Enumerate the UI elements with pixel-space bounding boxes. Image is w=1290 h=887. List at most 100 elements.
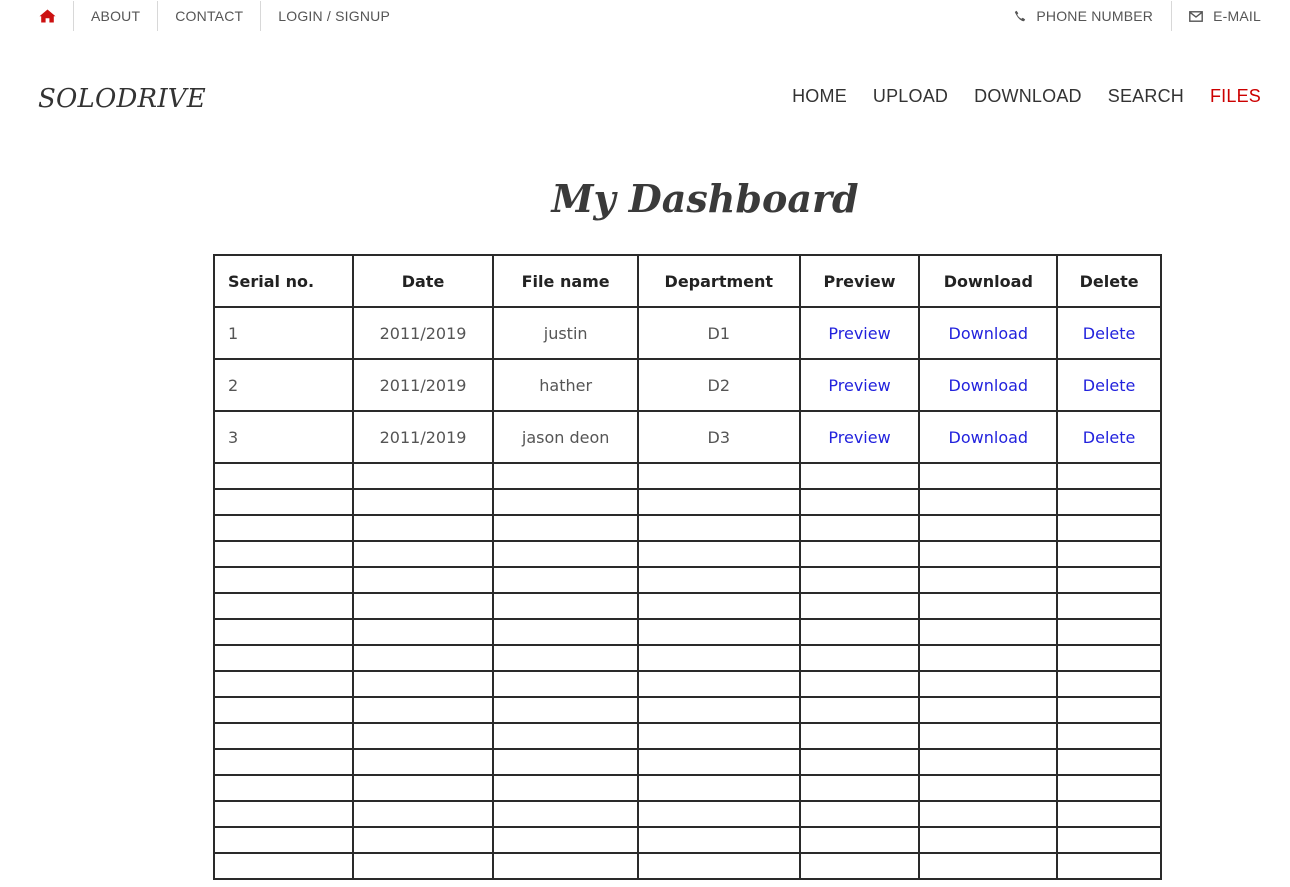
nav-files[interactable]: FILES <box>1210 86 1261 107</box>
table-cell-empty <box>636 540 801 568</box>
nav-upload[interactable]: UPLOAD <box>873 86 948 107</box>
cell-preview: Preview <box>798 358 921 412</box>
column-header-delete: Delete <box>1056 254 1162 308</box>
preview-link[interactable]: Preview <box>828 376 890 395</box>
table-cell-empty <box>492 774 639 802</box>
files-table: Serial no. Date File name Department Pre… <box>213 254 1162 880</box>
table-cell-empty <box>1056 748 1162 776</box>
cell-serial: 1 <box>213 306 354 360</box>
nav-home[interactable]: HOME <box>792 86 847 107</box>
table-cell-empty <box>492 514 639 542</box>
top-link-about[interactable]: ABOUT <box>91 8 140 24</box>
table-row-empty <box>213 592 1162 620</box>
table-cell-empty <box>918 618 1059 646</box>
table-cell-empty <box>213 852 354 880</box>
table-cell-empty <box>492 722 639 750</box>
table-cell-empty <box>636 722 801 750</box>
table-cell-empty <box>351 722 495 750</box>
table-cell-empty <box>1056 462 1162 490</box>
delete-link[interactable]: Delete <box>1083 428 1136 447</box>
divider <box>73 1 74 31</box>
cell-department: D3 <box>636 410 801 464</box>
table-body: 1 2011/2019 justin D1 Preview Download D… <box>213 306 1162 880</box>
table-cell-empty <box>918 514 1059 542</box>
table-cell-empty <box>351 800 495 828</box>
top-bar: ABOUT CONTACT LOGIN / SIGNUP PHONE NUMBE… <box>0 0 1290 32</box>
top-link-login-signup[interactable]: LOGIN / SIGNUP <box>278 8 390 24</box>
table-cell-empty <box>492 540 639 568</box>
table-cell-empty <box>798 826 921 854</box>
table-cell-empty <box>918 852 1059 880</box>
nav-download[interactable]: DOWNLOAD <box>974 86 1082 107</box>
table-row: 1 2011/2019 justin D1 Preview Download D… <box>213 306 1162 360</box>
cell-download: Download <box>918 358 1059 412</box>
table-cell-empty <box>213 748 354 776</box>
table-cell-empty <box>351 826 495 854</box>
table-cell-empty <box>636 514 801 542</box>
phone-icon <box>1015 10 1026 22</box>
table-row-empty <box>213 540 1162 568</box>
nav-search[interactable]: SEARCH <box>1108 86 1184 107</box>
table-cell-empty <box>492 670 639 698</box>
table-cell-empty <box>492 488 639 516</box>
table-cell-empty <box>492 800 639 828</box>
table-cell-empty <box>213 800 354 828</box>
top-bar-right: PHONE NUMBER E-MAIL <box>1014 0 1261 32</box>
table-cell-empty <box>1056 566 1162 594</box>
table-cell-empty <box>798 852 921 880</box>
table-cell-empty <box>636 618 801 646</box>
delete-link[interactable]: Delete <box>1083 324 1136 343</box>
table-cell-empty <box>1056 514 1162 542</box>
table-cell-empty <box>492 696 639 724</box>
download-link[interactable]: Download <box>949 324 1029 343</box>
cell-preview: Preview <box>798 306 921 360</box>
table-cell-empty <box>636 696 801 724</box>
table-cell-empty <box>798 644 921 672</box>
table-cell-empty <box>1056 852 1162 880</box>
table-row-empty <box>213 514 1162 542</box>
table-row-empty <box>213 566 1162 594</box>
table-row-empty <box>213 774 1162 802</box>
top-link-contact[interactable]: CONTACT <box>175 8 243 24</box>
download-link[interactable]: Download <box>949 376 1029 395</box>
email[interactable]: E-MAIL <box>1189 8 1261 24</box>
delete-link[interactable]: Delete <box>1083 376 1136 395</box>
table-cell-empty <box>1056 644 1162 672</box>
table-cell-empty <box>1056 774 1162 802</box>
table-cell-empty <box>351 670 495 698</box>
table-cell-empty <box>918 800 1059 828</box>
table-cell-empty <box>351 514 495 542</box>
table-cell-empty <box>918 696 1059 724</box>
cell-file-name: justin <box>492 306 639 360</box>
table-row: 2 2011/2019 hather D2 Preview Download D… <box>213 358 1162 412</box>
table-cell-empty <box>918 462 1059 490</box>
table-cell-empty <box>492 748 639 776</box>
column-header-download: Download <box>918 254 1059 308</box>
brand-logo[interactable]: SOLODRIVE <box>38 84 206 114</box>
table-cell-empty <box>213 514 354 542</box>
cell-delete: Delete <box>1056 410 1162 464</box>
table-cell-empty <box>636 670 801 698</box>
cell-delete: Delete <box>1056 358 1162 412</box>
phone-number-label: PHONE NUMBER <box>1036 8 1154 24</box>
table-cell-empty <box>351 462 495 490</box>
download-link[interactable]: Download <box>949 428 1029 447</box>
table-row-empty <box>213 826 1162 854</box>
phone-number[interactable]: PHONE NUMBER <box>1014 8 1153 24</box>
table-cell-empty <box>213 566 354 594</box>
table-cell-empty <box>798 540 921 568</box>
table-cell-empty <box>213 722 354 750</box>
preview-link[interactable]: Preview <box>828 324 890 343</box>
table-cell-empty <box>213 462 354 490</box>
table-row-empty <box>213 696 1162 724</box>
home-icon[interactable] <box>38 9 56 23</box>
table-cell-empty <box>636 644 801 672</box>
preview-link[interactable]: Preview <box>828 428 890 447</box>
table-row-empty <box>213 488 1162 516</box>
table-cell-empty <box>636 826 801 854</box>
table-cell-empty <box>1056 826 1162 854</box>
table-cell-empty <box>492 462 639 490</box>
table-cell-empty <box>213 670 354 698</box>
table-cell-empty <box>798 488 921 516</box>
table-cell-empty <box>798 592 921 620</box>
